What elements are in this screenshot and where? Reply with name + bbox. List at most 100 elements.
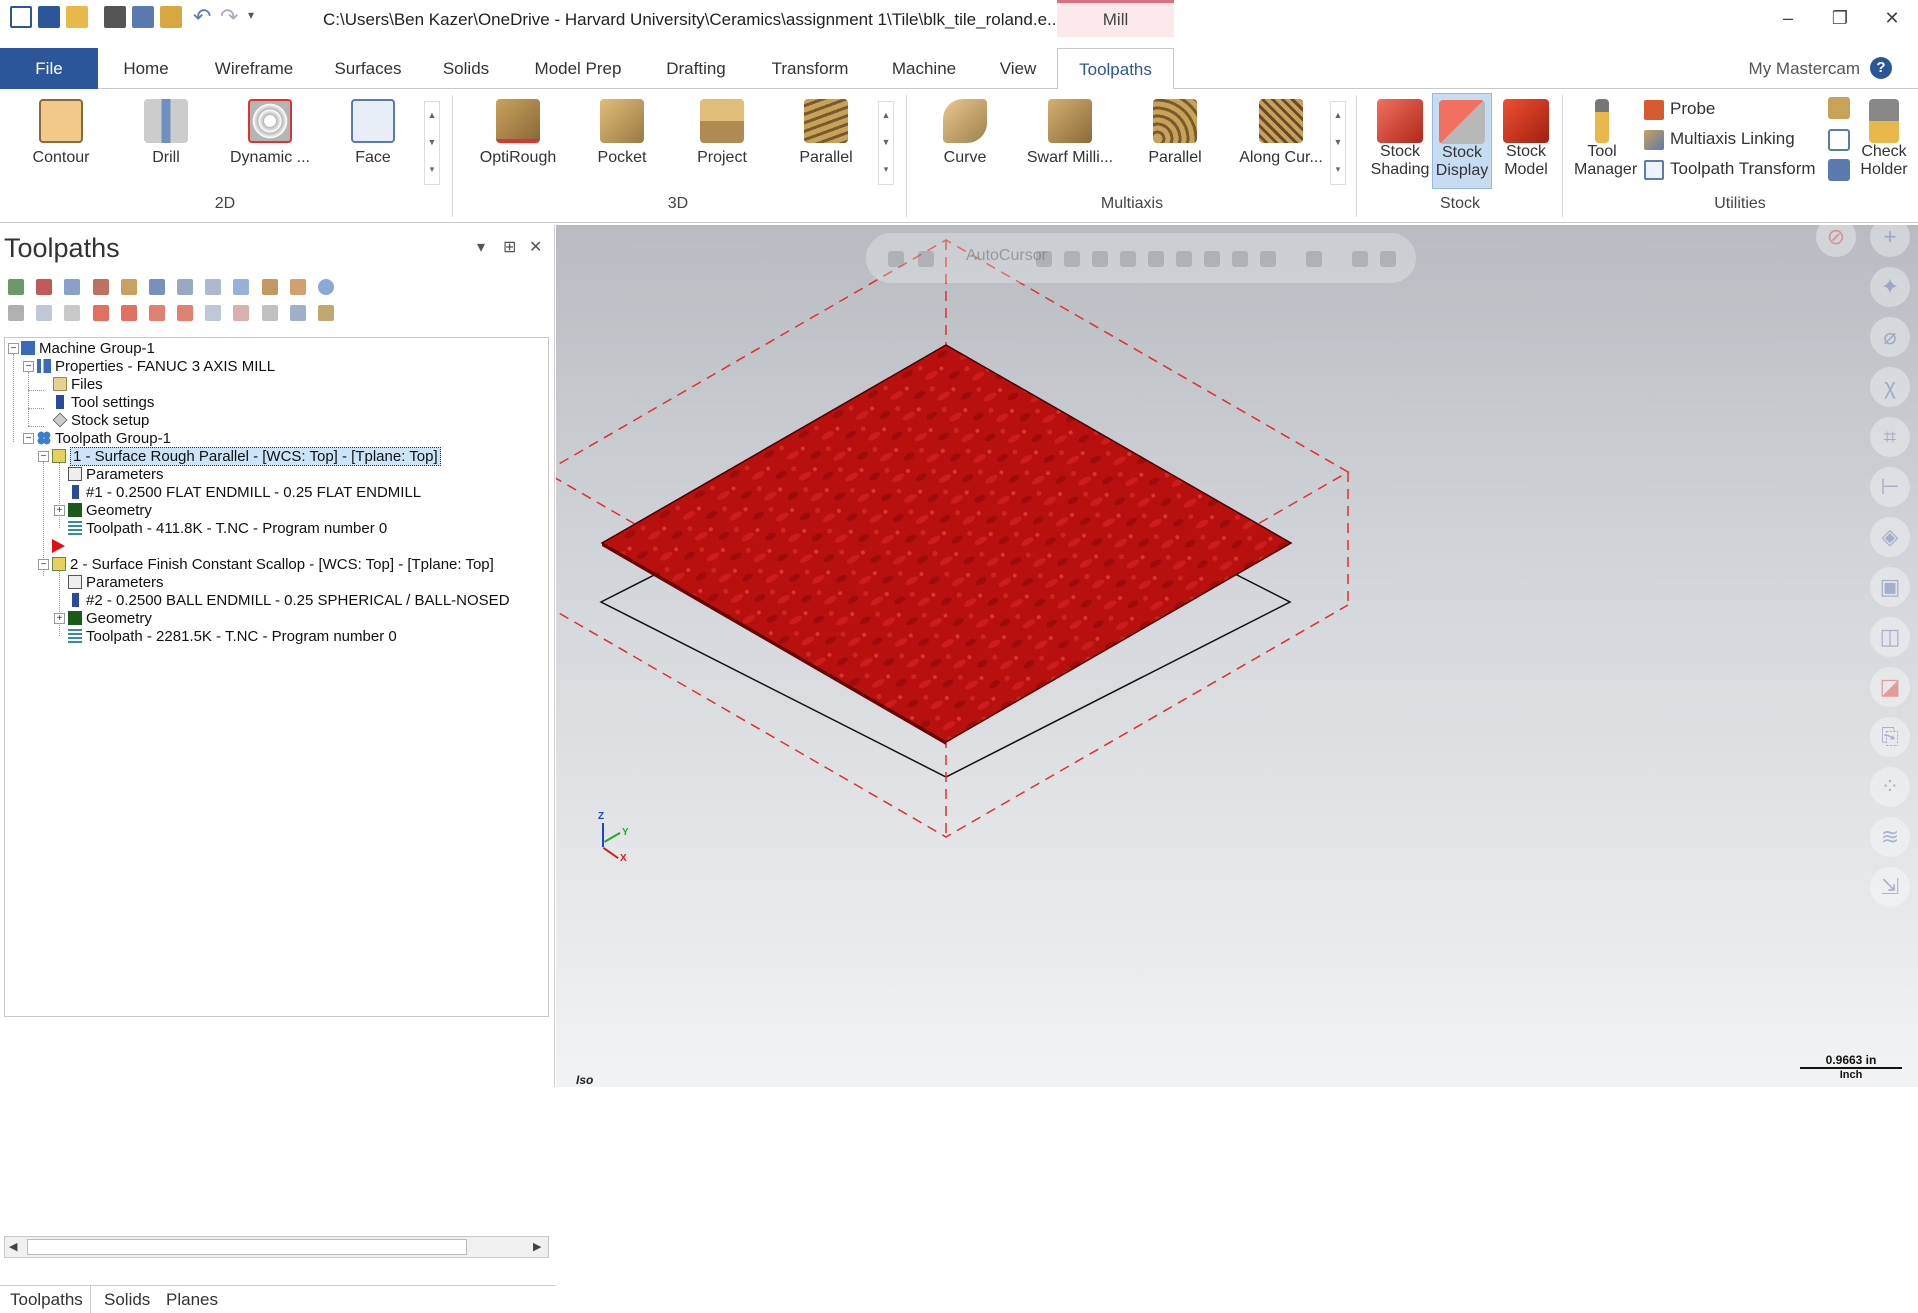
toggle-display-icon[interactable] bbox=[36, 305, 53, 321]
tab-model-prep[interactable]: Model Prep bbox=[516, 48, 640, 89]
tab-view[interactable]: View bbox=[986, 48, 1050, 89]
filter-icon[interactable] bbox=[289, 305, 306, 321]
expand-op2[interactable]: − bbox=[38, 559, 49, 570]
select-all-icon[interactable] bbox=[8, 279, 24, 295]
xyz-icon[interactable] bbox=[1036, 251, 1052, 267]
curve-button[interactable]: Curve bbox=[920, 99, 1010, 183]
along-curve-button[interactable]: Along Cur... bbox=[1228, 99, 1334, 183]
maximize-button[interactable]: ❐ bbox=[1820, 4, 1860, 32]
tab-toolpaths[interactable]: Toolpaths bbox=[1057, 48, 1174, 90]
body-select-icon[interactable] bbox=[1176, 251, 1192, 267]
parallel-3d-button[interactable]: Parallel bbox=[782, 99, 870, 183]
insert-arrow-marker-icon[interactable] bbox=[52, 539, 65, 553]
display-options-icon[interactable] bbox=[233, 305, 250, 321]
scroll-thumb[interactable] bbox=[27, 1239, 467, 1255]
toolpath-transform-button[interactable]: Toolpath Transform bbox=[1644, 157, 1816, 181]
save-as-icon[interactable] bbox=[132, 6, 154, 28]
face-select-icon[interactable] bbox=[1148, 251, 1164, 267]
panel-close-icon[interactable]: ✕ bbox=[529, 237, 542, 257]
tab-wireframe[interactable]: Wireframe bbox=[202, 48, 306, 89]
tab-transform[interactable]: Transform bbox=[758, 48, 862, 89]
expand-op1-geometry[interactable]: + bbox=[54, 505, 65, 516]
project-button[interactable]: Project bbox=[678, 99, 766, 183]
view-options-icon[interactable] bbox=[261, 305, 278, 321]
properties-icon[interactable]: ⎘ bbox=[1870, 717, 1910, 757]
probe-button[interactable]: Probe bbox=[1644, 97, 1715, 121]
ribbon-3d-scroll[interactable]: ▲ ▼ ▾ bbox=[878, 101, 894, 185]
select-pointer-icon[interactable] bbox=[1092, 251, 1108, 267]
operations-tree[interactable]: − Machine Group-1 − Properties - FANUC 3… bbox=[4, 337, 549, 1017]
measure-icon[interactable]: ⊢ bbox=[1870, 467, 1910, 507]
minimize-button[interactable]: – bbox=[1768, 4, 1808, 32]
backplot-icon[interactable] bbox=[120, 279, 137, 295]
new-file-icon[interactable] bbox=[10, 6, 32, 28]
swarf-milling-button[interactable]: Swarf Milli... bbox=[1020, 99, 1120, 183]
optirough-button[interactable]: OptiRough bbox=[466, 99, 570, 183]
tab-solids[interactable]: Solids bbox=[430, 48, 502, 89]
help-tree-icon[interactable] bbox=[317, 279, 334, 295]
curve-analyze-icon[interactable]: χ bbox=[1870, 367, 1910, 407]
move-up-icon[interactable] bbox=[120, 305, 137, 321]
help-icon[interactable]: ? bbox=[1870, 57, 1892, 79]
rotate-icon[interactable] bbox=[1380, 251, 1396, 267]
drill-button[interactable]: Drill bbox=[128, 99, 204, 183]
stock-shading-button[interactable]: Stock Shading bbox=[1370, 99, 1430, 183]
view-cube-icon[interactable] bbox=[1232, 251, 1248, 267]
tree-op2-toolpath[interactable]: Toolpath - 2281.5K - T.NC - Program numb… bbox=[68, 626, 397, 648]
tab-surfaces[interactable]: Surfaces bbox=[320, 48, 416, 89]
diameter-icon[interactable]: ⌀ bbox=[1870, 317, 1910, 357]
expand-op2-geometry[interactable]: + bbox=[54, 613, 65, 624]
print-icon[interactable] bbox=[104, 6, 126, 28]
mask-icon[interactable] bbox=[1352, 251, 1368, 267]
open-icon[interactable] bbox=[66, 6, 88, 28]
g1-post-icon[interactable] bbox=[233, 279, 250, 295]
panel-dropdown-icon[interactable]: ▾ bbox=[477, 237, 485, 257]
insert-arrow-icon[interactable] bbox=[148, 305, 165, 321]
face-button[interactable]: Face bbox=[336, 99, 410, 183]
bottom-tab-solids[interactable]: Solids bbox=[104, 1290, 150, 1310]
snap-icon[interactable]: ✦ bbox=[1870, 267, 1910, 307]
panel-pin-icon[interactable]: ⊞ bbox=[503, 237, 516, 257]
tab-home[interactable]: Home bbox=[104, 48, 188, 89]
parallel-multiaxis-button[interactable]: Parallel bbox=[1130, 99, 1220, 183]
save-icon[interactable] bbox=[38, 6, 60, 28]
color-icon[interactable]: ◪ bbox=[1870, 667, 1910, 707]
contour-button[interactable]: Contour bbox=[12, 99, 110, 183]
simulate-icon[interactable] bbox=[177, 279, 194, 295]
regenerate-icon[interactable] bbox=[64, 279, 81, 295]
stock-display-button[interactable]: Stock Display bbox=[1432, 93, 1492, 189]
qat-customize-icon[interactable]: ▾ bbox=[248, 8, 254, 22]
move-down-icon[interactable] bbox=[92, 305, 109, 321]
ribbon-2d-scroll[interactable]: ▲ ▼ ▾ bbox=[424, 101, 440, 185]
utility-icon-b[interactable] bbox=[1828, 129, 1850, 151]
my-mastercam-link[interactable]: My Mastercam bbox=[1749, 48, 1860, 89]
settings-icon[interactable] bbox=[317, 305, 334, 321]
pocket-button[interactable]: Pocket bbox=[584, 99, 660, 183]
expand-properties[interactable]: − bbox=[23, 361, 34, 372]
grid-icon[interactable]: ⁘ bbox=[1870, 767, 1910, 807]
bottom-tab-planes[interactable]: Planes bbox=[166, 1290, 218, 1310]
show-selected-icon[interactable] bbox=[205, 305, 222, 321]
graphics-viewport[interactable]: AutoCursor ⊘ + ✦ ⌀ χ ⌗ ⊢ ◈ ▣ ◫ ◪ ⎘ ⁘ ≋ ⇲… bbox=[556, 225, 1918, 1087]
stock-model-button[interactable]: Stock Model bbox=[1494, 99, 1558, 183]
tree-op1-toolpath[interactable]: Toolpath - 411.8K - T.NC - Program numbe… bbox=[68, 518, 387, 540]
verify-icon[interactable] bbox=[148, 279, 165, 295]
highfeed-icon[interactable] bbox=[289, 279, 306, 295]
redo-icon[interactable]: ↷ bbox=[220, 4, 238, 30]
wireframe-cube-icon[interactable]: ⌗ bbox=[1870, 417, 1910, 457]
multiaxis-linking-button[interactable]: Multiaxis Linking bbox=[1644, 127, 1795, 151]
layers-icon[interactable]: ◫ bbox=[1870, 617, 1910, 657]
tool-manager-button[interactable]: Tool Manager bbox=[1574, 99, 1637, 183]
lock-icon[interactable] bbox=[888, 251, 904, 267]
autocursor-label[interactable]: AutoCursor bbox=[966, 247, 1047, 265]
undo-icon[interactable]: ↶ bbox=[193, 4, 211, 30]
lock-icon[interactable] bbox=[8, 305, 24, 321]
select-failed-icon[interactable] bbox=[36, 279, 53, 295]
regenerate-dirty-icon[interactable] bbox=[92, 279, 109, 295]
post-selected-icon[interactable] bbox=[261, 279, 278, 295]
ribbon-multiaxis-scroll[interactable]: ▲ ▼ ▾ bbox=[1330, 101, 1346, 185]
gear-icon[interactable] bbox=[1064, 251, 1080, 267]
transform-icon[interactable]: ⇲ bbox=[1870, 867, 1910, 907]
area-select-icon[interactable] bbox=[1306, 251, 1322, 267]
tab-drafting[interactable]: Drafting bbox=[654, 48, 738, 89]
